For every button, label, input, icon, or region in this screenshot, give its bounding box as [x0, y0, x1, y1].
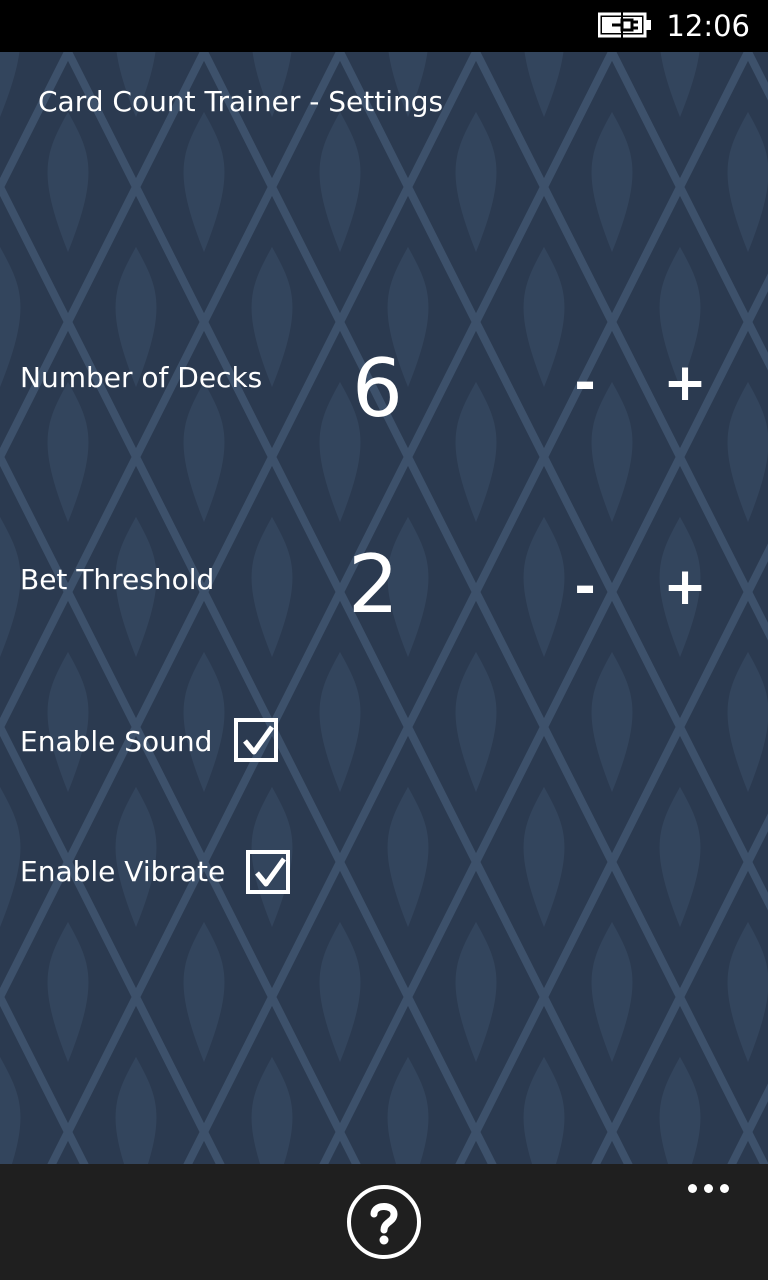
- checkmark-icon: [255, 857, 287, 887]
- page-title: Card Count Trainer - Settings: [38, 85, 444, 118]
- bet-threshold-value: 2: [348, 538, 399, 631]
- enable-sound-label: Enable Sound: [20, 725, 213, 758]
- question-circle-icon: [347, 1185, 421, 1259]
- decks-decrement-button[interactable]: -: [550, 348, 620, 418]
- app-bar: [0, 1164, 768, 1280]
- more-options-button[interactable]: [678, 1174, 738, 1204]
- enable-vibrate-label: Enable Vibrate: [20, 855, 226, 888]
- ellipsis-icon: [688, 1184, 697, 1193]
- help-button[interactable]: [346, 1184, 422, 1260]
- status-clock: 12:06: [666, 9, 750, 43]
- number-of-decks-value: 6: [352, 342, 403, 435]
- bet-threshold-increment-button[interactable]: +: [650, 552, 720, 622]
- battery-charging-icon: [598, 12, 651, 38]
- enable-sound-checkbox[interactable]: [234, 718, 278, 762]
- number-of-decks-label: Number of Decks: [20, 361, 263, 394]
- bet-threshold-label: Bet Threshold: [20, 563, 215, 596]
- settings-page: Card Count Trainer - Settings Number of …: [0, 52, 768, 1164]
- checkmark-icon: [243, 725, 275, 755]
- decks-increment-button[interactable]: +: [650, 348, 720, 418]
- bet-threshold-decrement-button[interactable]: -: [550, 552, 620, 622]
- status-bar: 12:06: [0, 0, 768, 52]
- enable-vibrate-checkbox[interactable]: [246, 850, 290, 894]
